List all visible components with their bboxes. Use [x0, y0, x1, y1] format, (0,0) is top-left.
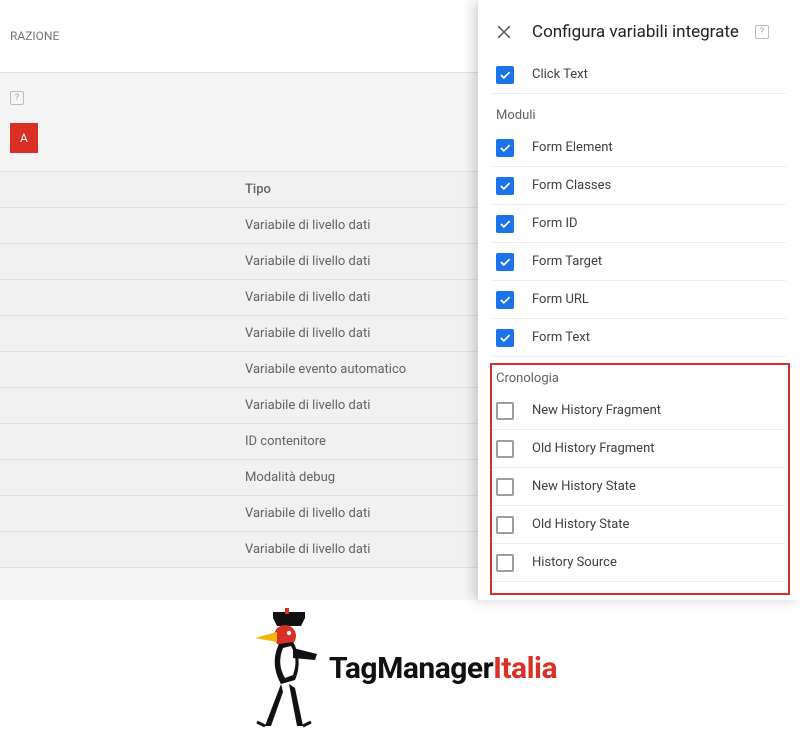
variable-label: Form Text: [532, 330, 590, 345]
table-column-label: Tipo: [245, 182, 271, 197]
variable-item[interactable]: Click Text: [492, 56, 786, 94]
checkbox-unchecked-icon[interactable]: [496, 440, 514, 458]
variable-item[interactable]: New History Fragment: [492, 392, 786, 430]
checkbox-checked-icon[interactable]: [496, 329, 514, 347]
woodpecker-icon: [243, 608, 323, 728]
variable-label: New History Fragment: [532, 403, 661, 418]
variable-label: New History State: [532, 479, 636, 494]
checkbox-checked-icon[interactable]: [496, 177, 514, 195]
table-cell-type: Variabile di livello dati: [245, 254, 370, 269]
variable-label: Form Element: [532, 140, 613, 155]
table-cell-type: Variabile di livello dati: [245, 542, 370, 557]
configure-variables-panel: Configura variabili integrate ? Click Te…: [478, 0, 800, 600]
primary-action-label: A: [20, 131, 28, 145]
table-cell-type: Variabile di livello dati: [245, 506, 370, 521]
brand-text: TagManagerItalia: [329, 651, 557, 686]
variable-item[interactable]: Form Target: [492, 243, 786, 281]
question-icon: ?: [10, 91, 24, 105]
brand-part2: Italia: [493, 651, 557, 686]
table-cell-type: Modalità debug: [245, 470, 335, 485]
checkbox-checked-icon[interactable]: [496, 139, 514, 157]
checkbox-unchecked-icon[interactable]: [496, 402, 514, 420]
checkbox-unchecked-icon[interactable]: [496, 478, 514, 496]
variable-item[interactable]: Old History Fragment: [492, 430, 786, 468]
checkbox-checked-icon[interactable]: [496, 291, 514, 309]
table-cell-type: ID contenitore: [245, 434, 326, 449]
panel-title: Configura variabili integrate: [532, 22, 739, 42]
table-cell-type: Variabile evento automatico: [245, 362, 406, 377]
table-cell-type: Variabile di livello dati: [245, 290, 370, 305]
variable-item[interactable]: Form Classes: [492, 167, 786, 205]
checkbox-unchecked-icon[interactable]: [496, 554, 514, 572]
variable-label: Form Target: [532, 254, 602, 269]
variable-label: Old History State: [532, 517, 629, 532]
breadcrumb-text: RAZIONE: [10, 29, 59, 43]
checkbox-unchecked-icon[interactable]: [496, 516, 514, 534]
section-label: Cronologia: [492, 357, 786, 392]
brand-logo: TagManagerItalia: [0, 608, 800, 728]
variable-list: Click Text Moduli Form Element Form Classes…: [478, 56, 800, 582]
variable-item[interactable]: Form URL: [492, 281, 786, 319]
variable-label: Old History Fragment: [532, 441, 655, 456]
section-label: Moduli: [492, 94, 786, 129]
variable-item[interactable]: Form Text: [492, 319, 786, 357]
question-icon[interactable]: ?: [755, 25, 769, 39]
variable-label: Click Text: [532, 67, 588, 82]
checkbox-checked-icon[interactable]: [496, 253, 514, 271]
panel-header: Configura variabili integrate ?: [478, 0, 800, 56]
variable-item[interactable]: Form ID: [492, 205, 786, 243]
checkbox-checked-icon[interactable]: [496, 215, 514, 233]
table-cell-type: Variabile di livello dati: [245, 398, 370, 413]
variable-label: History Source: [532, 555, 617, 570]
primary-action-button[interactable]: A: [10, 123, 38, 153]
table-cell-type: Variabile di livello dati: [245, 326, 370, 341]
variable-item[interactable]: Form Element: [492, 129, 786, 167]
table-cell-type: Variabile di livello dati: [245, 218, 370, 233]
variable-label: Form ID: [532, 216, 578, 231]
variable-item[interactable]: New History State: [492, 468, 786, 506]
variable-label: Form URL: [532, 292, 589, 307]
variable-item[interactable]: History Source: [492, 544, 786, 582]
variable-label: Form Classes: [532, 178, 611, 193]
checkbox-checked-icon[interactable]: [496, 66, 514, 84]
variable-item[interactable]: Old History State: [492, 506, 786, 544]
brand-part1: TagManager: [329, 651, 493, 686]
close-icon[interactable]: [492, 20, 516, 44]
